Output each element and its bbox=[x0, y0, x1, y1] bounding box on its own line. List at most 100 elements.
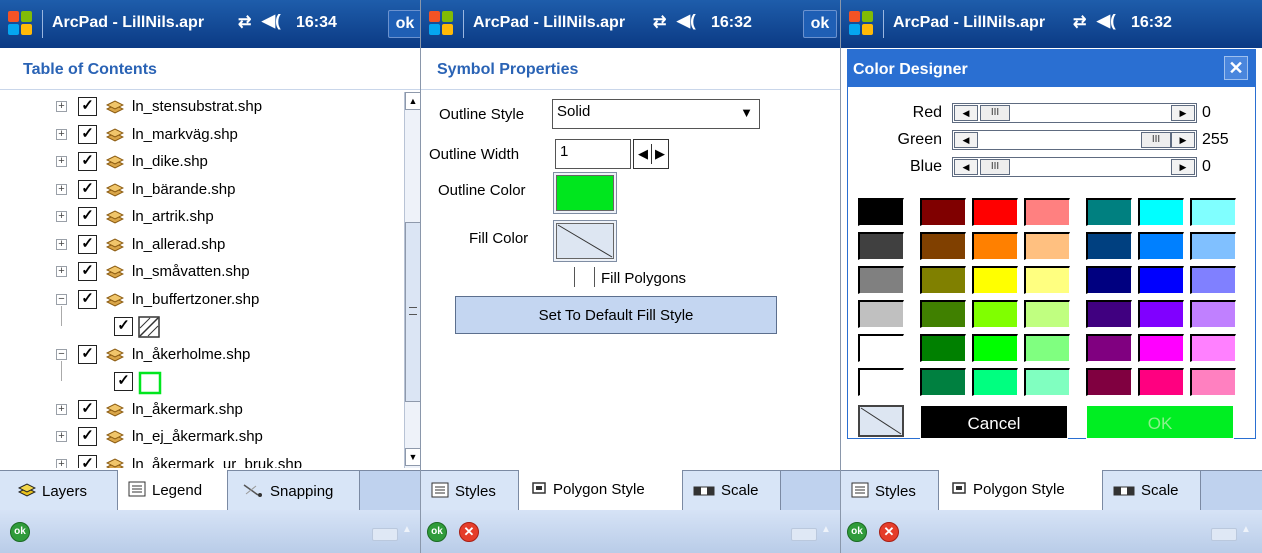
palette-color-swatch[interactable] bbox=[1190, 266, 1236, 294]
expand-icon[interactable]: + bbox=[56, 458, 67, 468]
expand-icon[interactable]: + bbox=[56, 238, 67, 250]
layer-row[interactable]: + ✓ ln_åkermark_ur_bruk.shp bbox=[0, 452, 404, 468]
palette-color-swatch[interactable] bbox=[1138, 334, 1184, 362]
windows-start-icon[interactable] bbox=[849, 11, 875, 37]
ok-button[interactable]: ok bbox=[388, 10, 420, 38]
close-icon[interactable]: ✕ bbox=[1224, 56, 1248, 80]
layer-visibility-checkbox[interactable]: ✓ bbox=[78, 97, 97, 116]
tab-polygon-style[interactable]: Polygon Style bbox=[519, 470, 683, 511]
ok-icon[interactable]: ok bbox=[10, 522, 30, 542]
expand-icon[interactable]: + bbox=[56, 128, 67, 140]
windows-start-icon[interactable] bbox=[429, 11, 455, 37]
palette-color-swatch[interactable] bbox=[1086, 266, 1132, 294]
palette-color-swatch[interactable] bbox=[1086, 368, 1132, 396]
slider-left-icon[interactable]: ◀ bbox=[954, 159, 978, 175]
windows-start-icon[interactable] bbox=[8, 11, 34, 37]
speaker-icon[interactable]: ◀︎( bbox=[1097, 11, 1116, 31]
palette-color-swatch[interactable] bbox=[1086, 232, 1132, 260]
collapse-icon[interactable]: − bbox=[56, 293, 67, 305]
ok-button[interactable]: ok bbox=[803, 10, 837, 38]
keyboard-menu-icon[interactable]: ▲ bbox=[1241, 524, 1251, 535]
palette-color-swatch[interactable] bbox=[1138, 368, 1184, 396]
layer-visibility-checkbox[interactable]: ✓ bbox=[78, 207, 97, 226]
ok-icon[interactable]: ok bbox=[847, 522, 867, 542]
layer-row[interactable]: + ✓ ln_allerad.shp bbox=[0, 232, 404, 259]
tab-snapping[interactable]: Snapping bbox=[228, 471, 360, 511]
layer-visibility-checkbox[interactable]: ✓ bbox=[78, 234, 97, 254]
legend-visibility-checkbox[interactable]: ✓ bbox=[114, 372, 133, 391]
layer-row[interactable]: + ✓ ln_artrik.shp bbox=[0, 204, 404, 231]
tab-styles[interactable]: Styles bbox=[421, 471, 519, 511]
layer-visibility-checkbox[interactable]: ✓ bbox=[78, 289, 97, 309]
outline-style-select[interactable]: Solid ▼ bbox=[552, 99, 760, 129]
palette-color-swatch[interactable] bbox=[920, 334, 966, 362]
slider-right-icon[interactable]: ▶ bbox=[1171, 159, 1195, 175]
palette-color-swatch[interactable] bbox=[920, 368, 966, 396]
keyboard-menu-icon[interactable]: ▲ bbox=[402, 524, 412, 535]
collapse-icon[interactable]: − bbox=[56, 348, 67, 360]
green-slider[interactable]: ◀ III ▶ bbox=[952, 130, 1197, 150]
palette-color-swatch[interactable] bbox=[1086, 334, 1132, 362]
slider-right-icon[interactable]: ▶ bbox=[1171, 105, 1195, 121]
slider-right-icon[interactable]: ▶ bbox=[1171, 132, 1195, 148]
palette-color-swatch[interactable] bbox=[972, 232, 1018, 260]
palette-color-swatch[interactable] bbox=[1024, 300, 1070, 328]
scroll-thumb[interactable] bbox=[405, 222, 420, 402]
ok-button[interactable]: OK bbox=[1086, 405, 1234, 439]
layer-visibility-checkbox[interactable]: ✓ bbox=[78, 124, 97, 144]
connectivity-icon[interactable]: ⇄ bbox=[653, 12, 666, 32]
palette-color-swatch[interactable] bbox=[920, 232, 966, 260]
tab-legend[interactable]: Legend bbox=[118, 470, 228, 511]
layer-row[interactable]: + ✓ ln_markväg.shp bbox=[0, 122, 404, 149]
scroll-down-icon[interactable]: ▼ bbox=[405, 448, 420, 466]
expand-icon[interactable]: + bbox=[56, 431, 67, 442]
keyboard-menu-icon[interactable]: ▲ bbox=[821, 524, 831, 535]
layer-visibility-checkbox[interactable]: ✓ bbox=[78, 262, 97, 281]
expand-icon[interactable]: + bbox=[56, 183, 67, 195]
increase-icon[interactable]: ▶ bbox=[655, 146, 665, 162]
layer-row[interactable]: + ✓ ln_småvatten.shp bbox=[0, 259, 404, 286]
palette-color-swatch[interactable] bbox=[920, 266, 966, 294]
palette-color-swatch[interactable] bbox=[1138, 266, 1184, 294]
clock[interactable]: 16:32 bbox=[711, 14, 752, 32]
expand-icon[interactable]: + bbox=[56, 101, 67, 112]
slider-thumb[interactable]: III bbox=[980, 159, 1010, 175]
ok-icon[interactable]: ok bbox=[427, 522, 447, 542]
connectivity-icon[interactable]: ⇄ bbox=[1073, 12, 1086, 32]
tab-layers[interactable]: Layers bbox=[0, 471, 118, 511]
palette-color-swatch[interactable] bbox=[1024, 368, 1070, 396]
palette-color-swatch[interactable] bbox=[1024, 334, 1070, 362]
legend-row[interactable]: ✓ bbox=[0, 306, 404, 341]
speaker-icon[interactable]: ◀︎( bbox=[262, 11, 281, 31]
layer-row[interactable]: + ✓ ln_ej_åkermark.shp bbox=[0, 424, 404, 451]
layer-row[interactable]: + ✓ ln_bärande.shp bbox=[0, 177, 404, 204]
palette-color-swatch[interactable] bbox=[858, 266, 904, 294]
slider-thumb[interactable]: III bbox=[1141, 132, 1171, 148]
cancel-icon[interactable]: ✕ bbox=[459, 522, 479, 542]
palette-color-swatch[interactable] bbox=[1190, 368, 1236, 396]
palette-color-swatch[interactable] bbox=[972, 300, 1018, 328]
palette-color-swatch[interactable] bbox=[1190, 232, 1236, 260]
clock[interactable]: 16:34 bbox=[296, 14, 337, 32]
keyboard-icon[interactable] bbox=[791, 528, 817, 541]
palette-color-swatch[interactable] bbox=[1190, 300, 1236, 328]
palette-color-swatch[interactable] bbox=[858, 368, 904, 396]
palette-color-swatch[interactable] bbox=[858, 198, 904, 226]
speaker-icon[interactable]: ◀︎( bbox=[677, 11, 696, 31]
slider-thumb[interactable]: III bbox=[980, 105, 1010, 121]
layer-row[interactable]: + ✓ ln_stensubstrat.shp bbox=[0, 94, 404, 121]
layer-row[interactable]: + ✓ ln_dike.shp bbox=[0, 149, 404, 176]
outline-width-input[interactable]: 1 bbox=[555, 139, 631, 169]
palette-color-swatch[interactable] bbox=[920, 300, 966, 328]
palette-color-swatch[interactable] bbox=[1086, 198, 1132, 226]
legend-row[interactable]: ✓ bbox=[0, 361, 404, 396]
clock[interactable]: 16:32 bbox=[1131, 14, 1172, 32]
palette-color-swatch[interactable] bbox=[1138, 232, 1184, 260]
slider-left-icon[interactable]: ◀ bbox=[954, 105, 978, 121]
palette-color-swatch[interactable] bbox=[1190, 334, 1236, 362]
palette-color-swatch[interactable] bbox=[972, 198, 1018, 226]
tab-polygon-style[interactable]: Polygon Style bbox=[939, 470, 1103, 511]
keyboard-icon[interactable] bbox=[372, 528, 398, 541]
fill-polygons-checkbox[interactable] bbox=[594, 267, 595, 287]
palette-color-swatch[interactable] bbox=[1024, 198, 1070, 226]
